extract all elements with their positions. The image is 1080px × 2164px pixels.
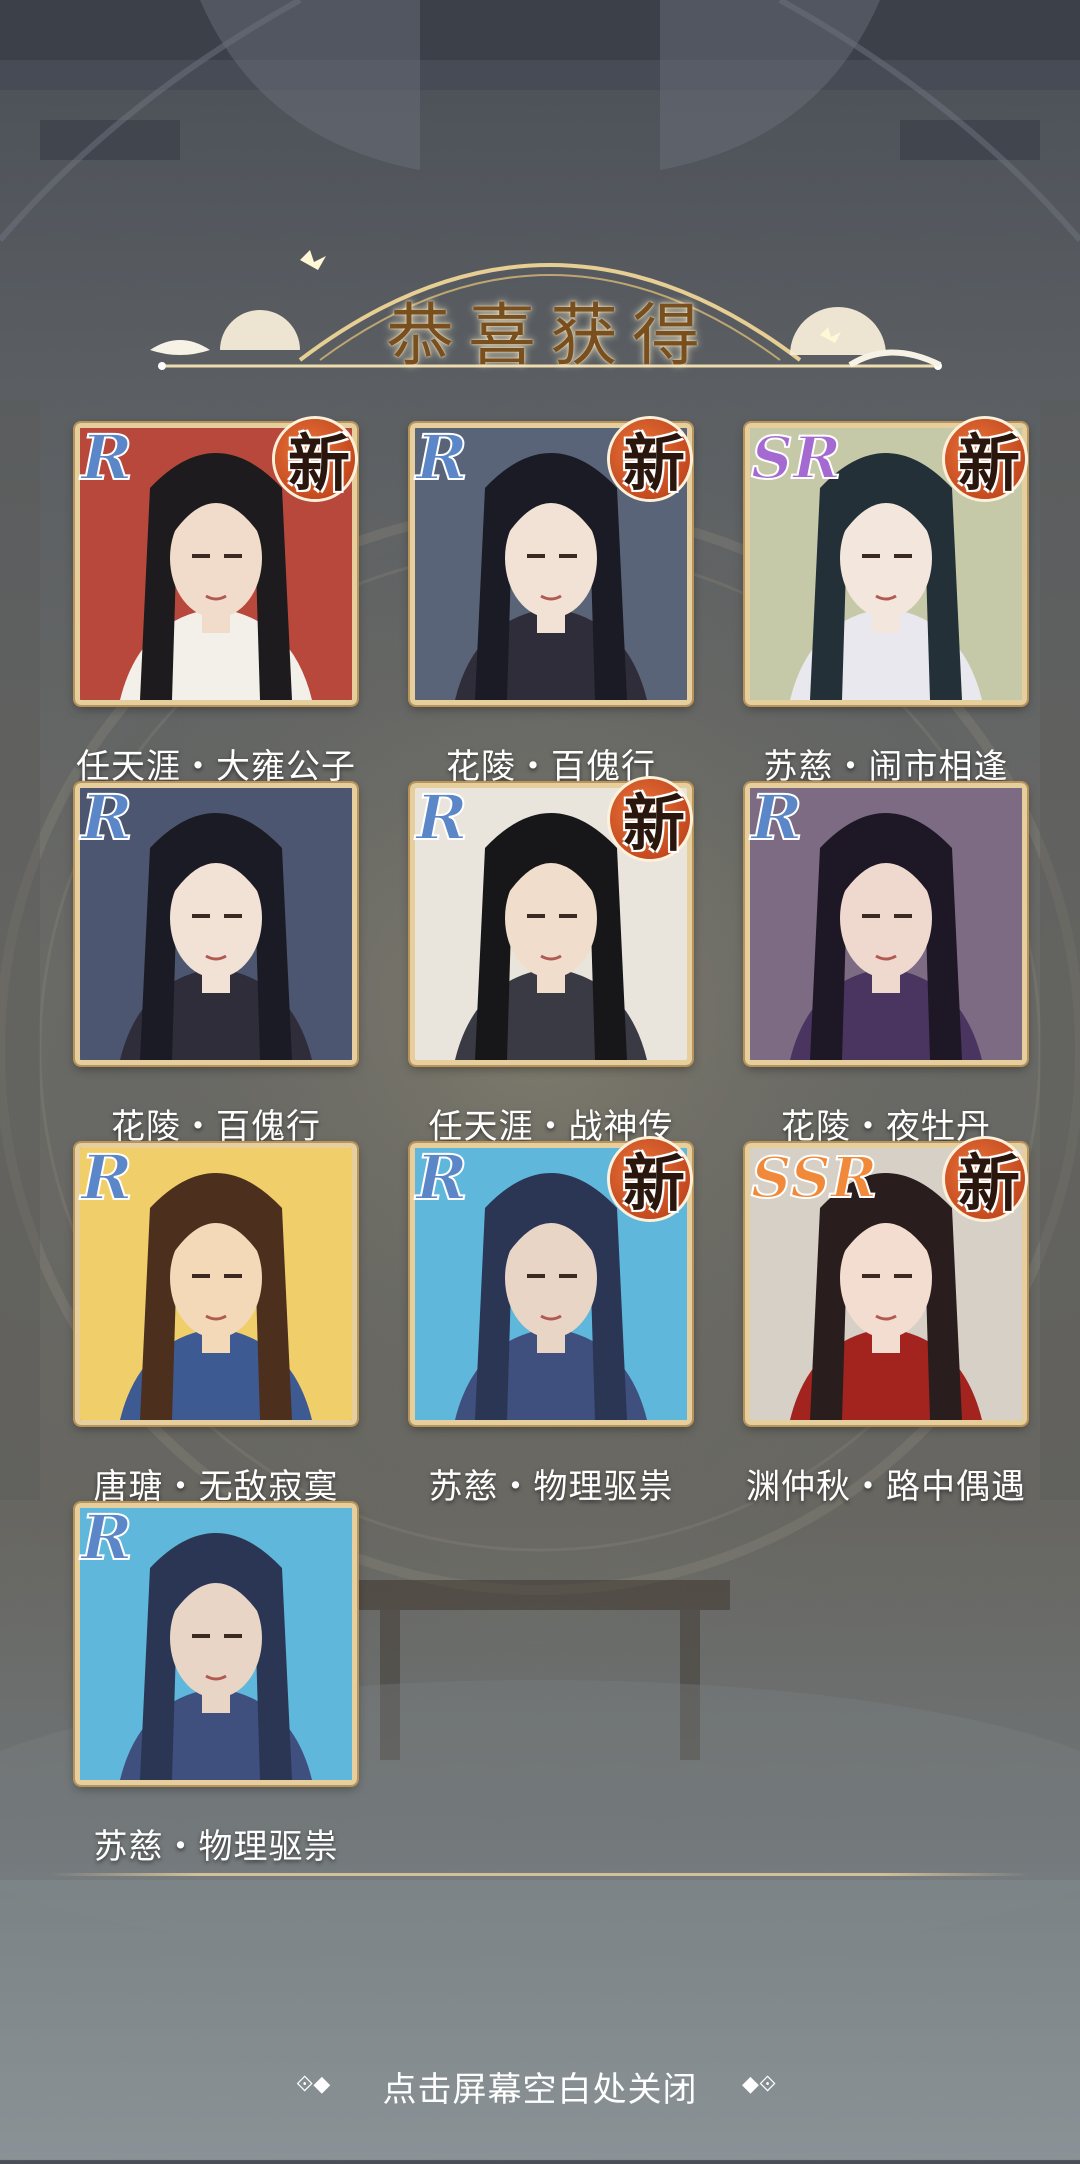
rarity-badge: R (80, 781, 134, 854)
new-badge-label: 新 (622, 427, 685, 500)
new-badge-label: 新 (622, 1147, 685, 1220)
reward-card[interactable]: SR 新 (745, 419, 1027, 705)
reward-header: 恭喜获得 (150, 200, 950, 380)
rarity-badge: R (415, 781, 469, 854)
rarity-badge: SR (750, 424, 842, 492)
character-name: 苏慈・物理驱祟 (93, 1827, 339, 1867)
new-badge: 新 (941, 1131, 1037, 1227)
rarity-badge: SSR (750, 1145, 878, 1211)
close-hint[interactable]: 点击屏幕空白处关闭 (0, 2062, 1080, 2111)
reward-card[interactable]: R新 (75, 419, 357, 705)
new-badge: 新 (606, 1131, 702, 1227)
divider (50, 1873, 1030, 1876)
reward-card[interactable]: R (745, 783, 1027, 1065)
new-badge: 新 (271, 411, 367, 507)
new-badge-label: 新 (287, 427, 350, 500)
reward-card[interactable]: R (75, 1503, 357, 1785)
rarity-badge: R (80, 421, 134, 494)
reward-card[interactable]: SSR 新 (745, 1139, 1027, 1425)
new-badge-label: 新 (957, 1147, 1020, 1220)
rarity-badge: R (80, 1141, 134, 1214)
new-badge: 新 (606, 771, 702, 867)
rarity-badge: R (80, 1501, 134, 1574)
reward-card[interactable]: R新 (410, 779, 692, 1065)
reward-card[interactable]: R (75, 1143, 357, 1425)
new-badge-label: 新 (957, 427, 1020, 500)
reward-card[interactable]: R新 (410, 1139, 692, 1425)
new-badge: 新 (941, 411, 1037, 507)
page-title: 恭喜获得 (385, 297, 714, 376)
reward-card[interactable]: R新 (410, 419, 692, 705)
rarity-badge: R (750, 781, 804, 854)
new-badge: 新 (606, 411, 702, 507)
rarity-badge: R (415, 1141, 469, 1214)
rarity-badge: R (415, 421, 469, 494)
diamond-right-icon: ◆⟐ (742, 2072, 777, 2097)
new-badge-label: 新 (622, 787, 685, 860)
reward-card[interactable]: R (75, 783, 357, 1065)
character-name: 渊仲秋・路中偶遇 (746, 1467, 1026, 1507)
character-name: 苏慈・物理驱祟 (428, 1467, 674, 1507)
